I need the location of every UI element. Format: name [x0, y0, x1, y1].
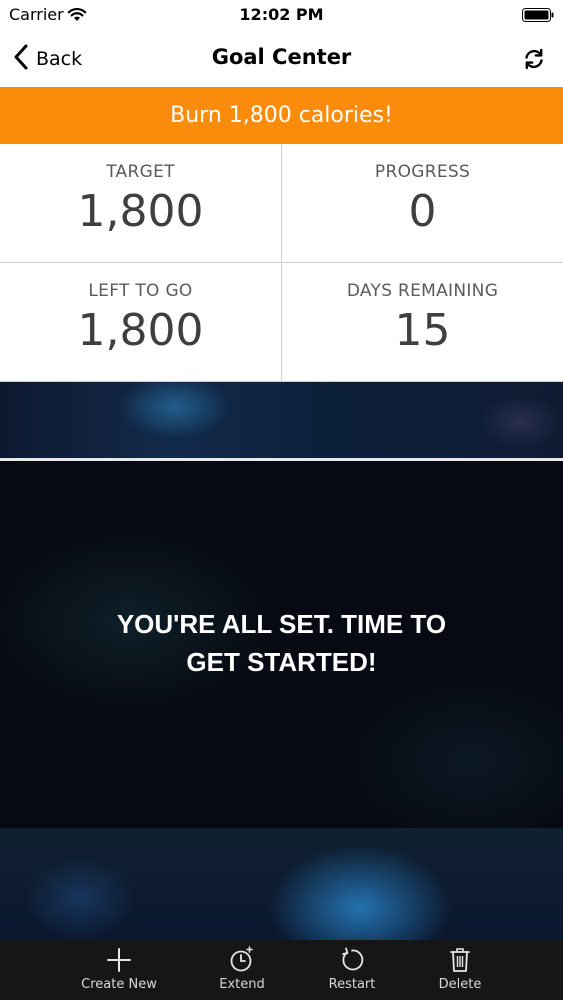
- stat-value: 15: [394, 305, 451, 356]
- stat-label: PROGRESS: [374, 162, 471, 182]
- motivation-panel: YOU'RE ALL SET. TIME TO GET STARTED!: [0, 461, 563, 828]
- back-button[interactable]: Back: [14, 42, 82, 76]
- grid-divider-vertical: [281, 144, 282, 382]
- delete-button[interactable]: Delete: [410, 946, 510, 998]
- create-new-button[interactable]: Create New: [69, 946, 169, 998]
- back-label: Back: [36, 48, 83, 70]
- stat-value: 0: [408, 186, 437, 237]
- background-image-bottom: [0, 828, 563, 940]
- refresh-icon: [521, 48, 547, 76]
- status-bar: Carrier 12:02 PM: [0, 0, 563, 30]
- grid-divider-horizontal: [0, 262, 563, 263]
- trash-icon: [410, 946, 510, 974]
- refresh-button[interactable]: [521, 46, 547, 72]
- clock-icon: [192, 946, 292, 974]
- stat-left-to-go: LEFT TO GO 1,800: [0, 263, 281, 381]
- navigation-bar: Back Goal Center: [0, 30, 563, 87]
- stat-progress: PROGRESS 0: [282, 144, 563, 262]
- stat-days-remaining: DAYS REMAINING 15: [282, 263, 563, 381]
- background-image-top: [0, 382, 563, 458]
- plus-icon: [69, 946, 169, 974]
- toolbar-label: Delete: [438, 977, 482, 992]
- toolbar-label: Restart: [328, 977, 376, 992]
- goal-banner: Burn 1,800 calories!: [0, 87, 563, 144]
- stat-value: 1,800: [77, 305, 204, 356]
- stat-label: TARGET: [106, 162, 175, 182]
- restart-button[interactable]: Restart: [302, 946, 402, 998]
- stat-target: TARGET 1,800: [0, 144, 281, 262]
- motivation-message: YOU'RE ALL SET. TIME TO GET STARTED!: [0, 605, 563, 681]
- stat-label: LEFT TO GO: [88, 281, 193, 301]
- battery-icon: [522, 7, 554, 22]
- stat-label: DAYS REMAINING: [346, 281, 499, 301]
- clock: 12:02 PM: [239, 5, 324, 24]
- restart-icon: [302, 946, 402, 974]
- message-line-2: GET STARTED!: [186, 647, 377, 677]
- toolbar-label: Extend: [219, 977, 265, 992]
- extend-button[interactable]: Extend: [192, 946, 292, 998]
- stat-value: 1,800: [77, 186, 204, 237]
- message-line-1: YOU'RE ALL SET. TIME TO: [116, 609, 447, 639]
- toolbar-label: Create New: [81, 977, 157, 992]
- bottom-toolbar: Create New Extend Restart Delete: [0, 940, 563, 1000]
- stats-grid: TARGET 1,800 PROGRESS 0 LEFT TO GO 1,800…: [0, 144, 563, 382]
- page-title: Goal Center: [211, 45, 352, 69]
- chevron-left-icon: [14, 44, 28, 74]
